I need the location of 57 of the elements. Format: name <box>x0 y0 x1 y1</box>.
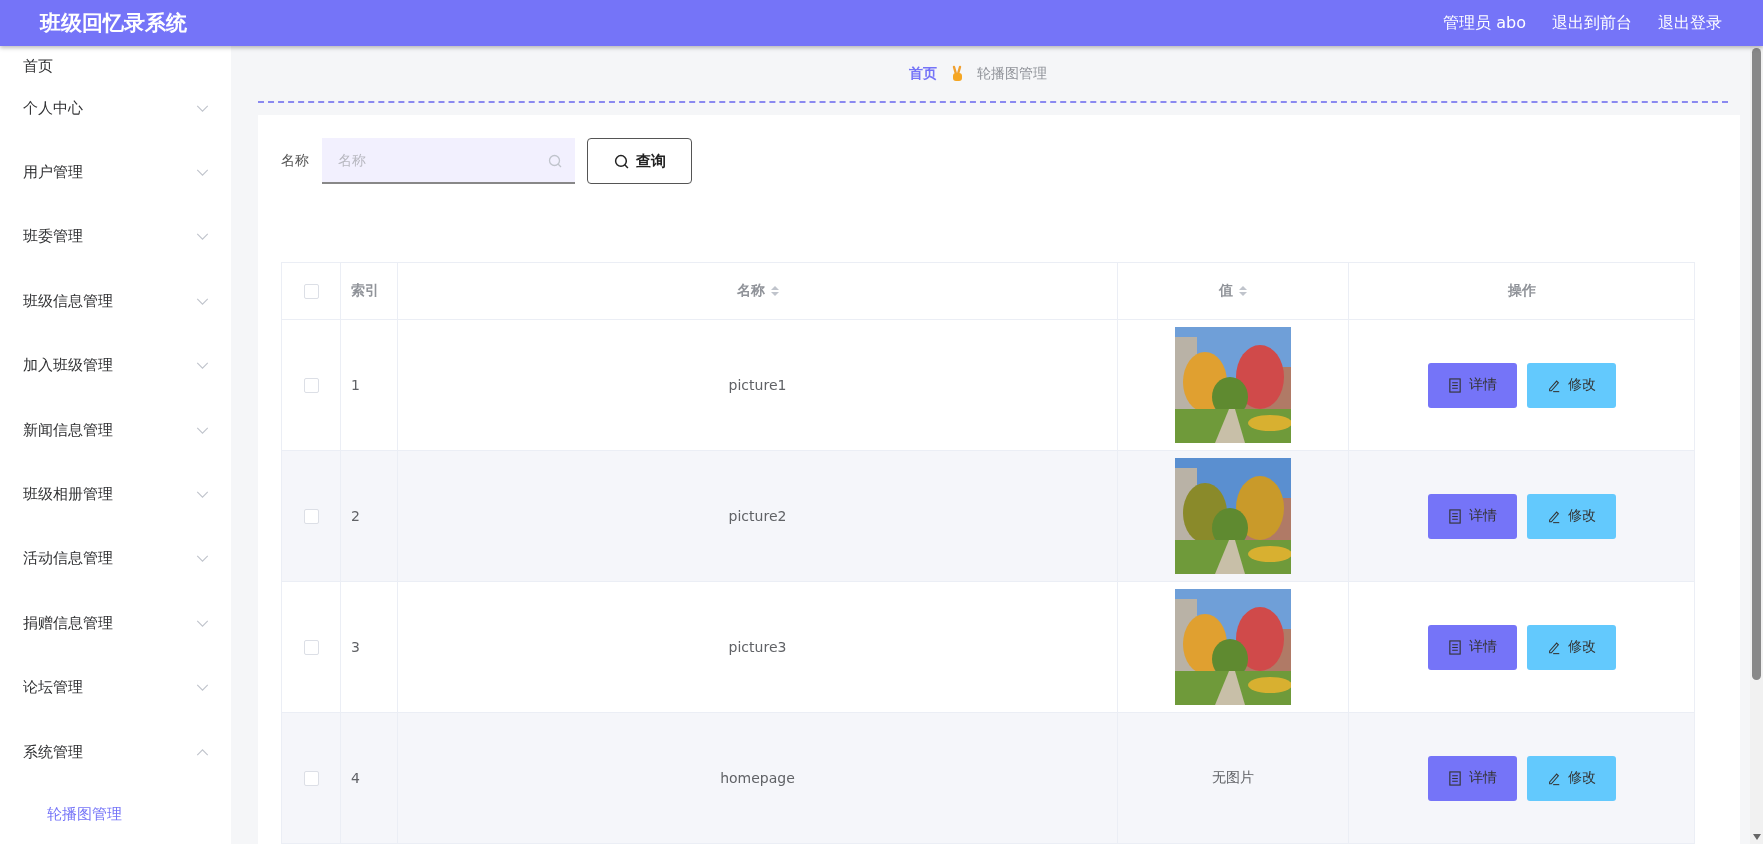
header-link[interactable]: 退出到前台 <box>1552 12 1632 34</box>
sidebar-item[interactable]: 首页 <box>0 46 231 76</box>
header-link[interactable]: 退出登录 <box>1658 12 1722 34</box>
sidebar-item[interactable]: 班委管理 <box>0 204 231 270</box>
pencil-icon <box>1546 377 1561 393</box>
sidebar-item[interactable]: 新闻信息管理 <box>0 397 231 463</box>
table-cell: 1 <box>351 377 360 393</box>
edit-button[interactable]: 修改 <box>1526 493 1616 539</box>
sidebar-subitem[interactable]: 轮播图管理 <box>0 784 231 844</box>
table-cell: 4 <box>351 770 360 786</box>
search-field[interactable]: 名称 <box>322 138 575 184</box>
sidebar-item[interactable]: 班级相册管理 <box>0 462 231 527</box>
checkbox[interactable] <box>303 378 319 394</box>
checkbox[interactable] <box>303 284 319 300</box>
sidebar-item[interactable]: 活动信息管理 <box>0 526 231 592</box>
pencil-icon <box>1546 639 1561 655</box>
details-button[interactable]: 详情 <box>1427 755 1517 801</box>
details-button[interactable]: 详情 <box>1427 493 1517 539</box>
edit-button[interactable]: 修改 <box>1526 755 1616 801</box>
search-icon <box>613 153 629 169</box>
sidebar-item[interactable]: 系统管理 <box>0 719 231 785</box>
details-button[interactable]: 详情 <box>1427 362 1517 408</box>
pencil-icon <box>1546 508 1561 524</box>
sidebar-item[interactable]: 个人中心 <box>0 75 231 141</box>
checkbox[interactable] <box>303 771 319 787</box>
header-link[interactable]: 管理员 abo <box>1443 12 1526 34</box>
scroll-down-icon[interactable] <box>1753 834 1761 840</box>
sidebar-item[interactable]: 班级信息管理 <box>0 269 231 334</box>
search-icon <box>548 154 562 168</box>
edit-button[interactable]: 修改 <box>1526 362 1616 408</box>
details-button[interactable]: 详情 <box>1427 624 1517 670</box>
table-cell: 2 <box>351 508 360 524</box>
checkbox[interactable] <box>303 509 319 525</box>
document-icon <box>1447 508 1462 524</box>
app-title: 班级回忆录系统 <box>40 10 187 37</box>
field-label: 名称 <box>281 152 309 170</box>
sidebar-item[interactable]: 捐赠信息管理 <box>0 591 231 656</box>
sidebar-item[interactable]: 加入班级管理 <box>0 333 231 398</box>
scrollbar[interactable] <box>1750 46 1763 844</box>
sort-icon[interactable] <box>770 286 779 296</box>
sidebar-item[interactable]: 论坛管理 <box>0 655 231 720</box>
document-icon <box>1447 770 1462 786</box>
document-icon <box>1447 639 1462 655</box>
table-cell: homepage <box>720 770 795 786</box>
table-cell: picture3 <box>728 639 787 655</box>
sidebar-item[interactable]: 用户管理 <box>0 140 231 205</box>
checkbox[interactable] <box>303 640 319 656</box>
table-cell: picture1 <box>728 377 787 393</box>
sort-icon[interactable] <box>1239 286 1247 296</box>
search-button[interactable]: 查询 <box>587 138 692 184</box>
table-cell: picture2 <box>728 508 787 524</box>
scrollbar-thumb[interactable] <box>1752 48 1761 680</box>
table-cell: 无图片 <box>1212 769 1254 785</box>
table-cell: 3 <box>351 639 360 655</box>
pencil-icon <box>1546 770 1561 786</box>
document-icon <box>1447 377 1462 393</box>
edit-button[interactable]: 修改 <box>1526 624 1616 670</box>
